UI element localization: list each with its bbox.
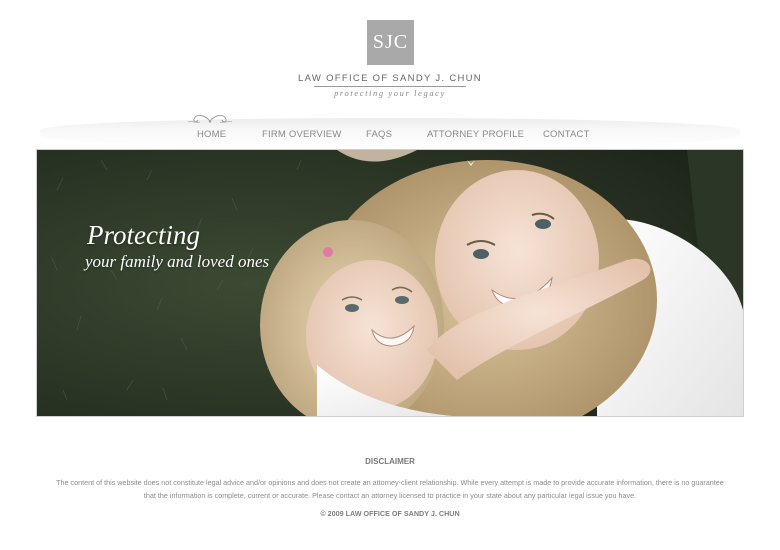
hero-title: Protecting bbox=[87, 220, 200, 250]
hero-banner: Protecting your family and loved ones bbox=[36, 149, 744, 417]
copyright-notice: © 2009 LAW OFFICE OF SANDY J. CHUN bbox=[320, 509, 460, 518]
firm-name-divider bbox=[314, 86, 466, 87]
disclaimer-text: The content of this website does not con… bbox=[56, 478, 724, 500]
nav-item-firm-overview[interactable]: FIRM OVERVIEW bbox=[262, 129, 342, 140]
firm-name: LAW OFFICE OF SANDY J. CHUN bbox=[298, 73, 482, 84]
nav-item-faqs[interactable]: FAQS bbox=[366, 129, 392, 140]
tagline: protecting your legacy bbox=[334, 88, 446, 98]
nav-item-contact[interactable]: CONTACT bbox=[543, 129, 590, 140]
hero-photo bbox=[37, 150, 743, 416]
nav-item-attorney-profile[interactable]: ATTORNEY PROFILE bbox=[427, 129, 524, 140]
logo-monogram[interactable]: SJC bbox=[367, 20, 414, 65]
disclaimer-heading: DISCLAIMER bbox=[365, 457, 415, 466]
ornament-icon bbox=[187, 115, 233, 123]
nav-item-home[interactable]: HOME bbox=[197, 129, 226, 140]
hero-subtitle: your family and loved ones bbox=[85, 252, 270, 271]
